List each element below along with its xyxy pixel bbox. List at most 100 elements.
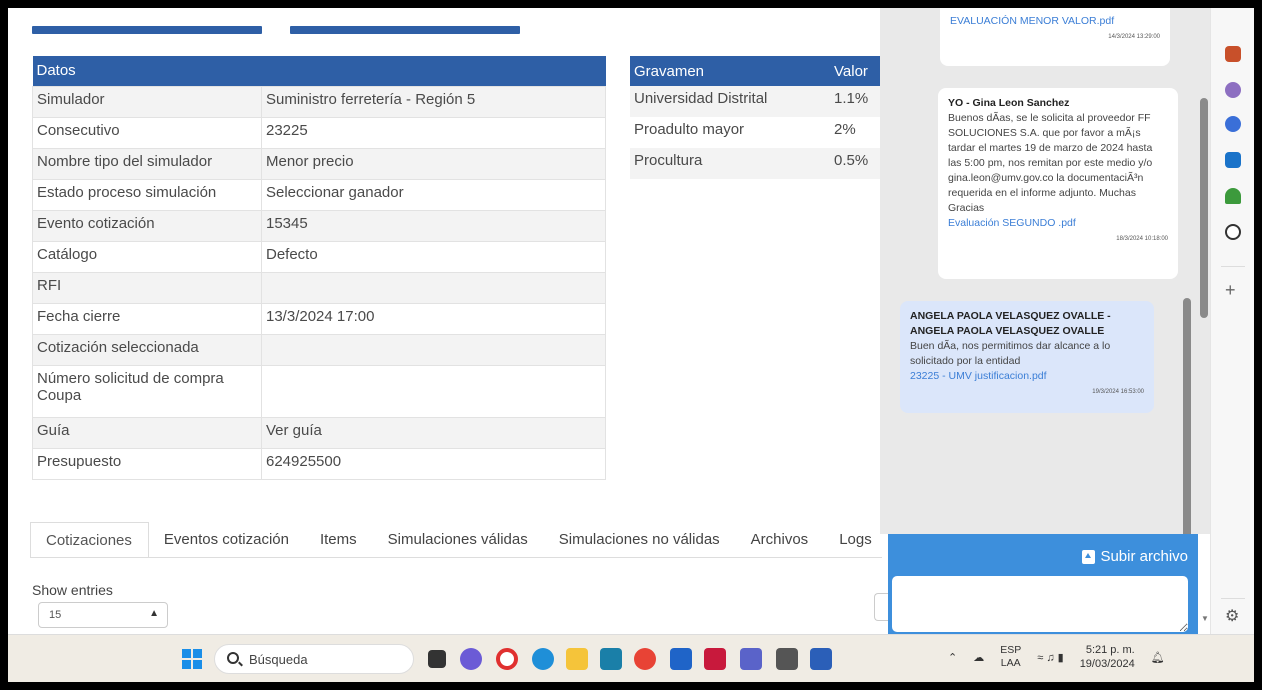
datos-row: Fecha cierre 13/3/2024 17:00: [32, 302, 606, 335]
datos-header: Datos: [32, 56, 606, 86]
taskbar-search[interactable]: Búsqueda: [214, 644, 414, 674]
attachment-link[interactable]: 23225 - UMV justificacion.pdf: [910, 369, 1144, 384]
wifi-volume-battery-icon[interactable]: ≈ ♫ ▮: [1037, 651, 1063, 664]
tab-eventos-cotizaci-n[interactable]: Eventos cotización: [149, 522, 305, 558]
datos-value: 13/3/2024 17:00: [261, 302, 606, 335]
datos-value: [261, 364, 606, 418]
gravamen-row: Proadulto mayor 2%: [630, 117, 882, 148]
datos-value: 15345: [261, 209, 606, 242]
word-icon[interactable]: [810, 648, 832, 670]
datos-label: Guía: [32, 416, 262, 449]
pagination-control[interactable]: [874, 593, 888, 621]
clock[interactable]: 5:21 p. m. 19/03/2024: [1080, 643, 1135, 671]
lang-layout: LAA: [1000, 657, 1021, 669]
header-bar-right: [290, 26, 520, 34]
datos-value: Suministro ferretería - Región 5: [261, 85, 606, 118]
people-icon[interactable]: [1225, 82, 1241, 98]
add-icon[interactable]: +: [1225, 280, 1236, 301]
gravamen-name: Universidad Distrital: [630, 86, 830, 117]
tab-logs[interactable]: Logs: [824, 522, 888, 558]
datos-row: Catálogo Defecto: [32, 240, 606, 273]
datos-label: Consecutivo: [32, 116, 262, 149]
browser-page: Datos Simulador Suministro ferretería - R…: [8, 8, 1254, 682]
tab-simulaciones-v-lidas[interactable]: Simulaciones válidas: [373, 522, 544, 558]
cloud-icon[interactable]: ☁: [973, 651, 984, 664]
teams-icon[interactable]: [740, 648, 762, 670]
message-timestamp: 19/3/2024 16:53:00: [1092, 389, 1144, 395]
gravamen-name: Procultura: [630, 148, 830, 179]
datos-value: [261, 271, 606, 304]
datos-row: Número solicitud de compra Coupa: [32, 364, 606, 418]
attachment-link[interactable]: EVALUACIÓN MENOR VALOR.pdf: [950, 14, 1160, 29]
store-icon[interactable]: [670, 648, 692, 670]
chat-panel: EVALUACIÓN MENOR VALOR.pdf 14/3/2024 13:…: [880, 8, 1210, 534]
gravamen-value: 2%: [834, 121, 856, 138]
datos-value[interactable]: Ver guía: [261, 416, 606, 449]
datos-row: Guía Ver guía: [32, 416, 606, 449]
gear-icon[interactable]: ⚙: [1225, 606, 1239, 626]
datos-value: Seleccionar ganador: [261, 178, 606, 211]
datos-value: 23225: [261, 116, 606, 149]
chat-scrollbar-outer[interactable]: [1183, 298, 1191, 538]
browser-sidebar: + ⚙: [1210, 8, 1254, 634]
tab-items[interactable]: Items: [305, 522, 373, 558]
gravamen-value: 0.5%: [830, 148, 882, 179]
message-sender: YO - Gina Leon Sanchez: [948, 97, 1070, 109]
tab-archivos[interactable]: Archivos: [736, 522, 825, 558]
edge-icon[interactable]: [532, 648, 554, 670]
gravamen-name: Proadulto mayor: [634, 121, 745, 138]
app-icon[interactable]: [600, 648, 622, 670]
task-view-icon[interactable]: [428, 650, 446, 668]
scroll-down-icon[interactable]: ▼: [1201, 614, 1209, 623]
sidebar-divider: [1221, 266, 1245, 267]
tree-icon[interactable]: [1225, 188, 1241, 204]
timer-icon[interactable]: [1225, 224, 1241, 240]
chat-app-icon[interactable]: [460, 648, 482, 670]
datos-row: Cotización seleccionada: [32, 333, 606, 366]
briefcase-icon[interactable]: [1225, 46, 1241, 62]
datos-label: Número solicitud de compra Coupa: [32, 364, 262, 418]
select-arrows-icon: ▲︎: [149, 608, 159, 619]
file-explorer-icon[interactable]: [566, 648, 588, 670]
message-timestamp: 18/3/2024 10:18:00: [1116, 236, 1168, 242]
chat-message: EVALUACIÓN MENOR VALOR.pdf 14/3/2024 13:…: [940, 8, 1170, 66]
lang-code: ESP: [1000, 644, 1022, 656]
gravamen-header: Gravamen: [630, 56, 830, 86]
datos-row: Evento cotización 15345: [32, 209, 606, 242]
chat-scrollbar-inner[interactable]: [1200, 98, 1208, 318]
gravamen-row: Procultura 0.5%: [630, 148, 882, 179]
tab-simulaciones-no-v-lidas[interactable]: Simulaciones no válidas: [544, 522, 736, 558]
entries-select[interactable]: 15 ▲︎: [38, 602, 168, 628]
tab-cotizaciones[interactable]: Cotizaciones: [30, 522, 149, 558]
datos-row: Presupuesto 624925500: [32, 447, 606, 480]
security-icon[interactable]: [704, 648, 726, 670]
language-indicator[interactable]: ESP LAA: [1000, 644, 1021, 670]
gravamen-row: Universidad Distrital 1.1%: [630, 86, 882, 117]
datos-label: Nombre tipo del simulador: [32, 147, 262, 180]
clock-date: 19/03/2024: [1079, 658, 1135, 670]
chat-message: YO - Gina Leon Sanchez Buenos dÃas, se l…: [938, 88, 1178, 279]
datos-label: Catálogo: [32, 240, 262, 273]
upload-file-button[interactable]: Subir archivo: [1082, 548, 1188, 565]
datos-label: Cotización seleccionada: [32, 333, 262, 366]
copilot-icon[interactable]: [1225, 116, 1241, 132]
gravamen-value: 1.1%: [830, 86, 882, 117]
chrome-icon[interactable]: [634, 648, 656, 670]
datos-row: Simulador Suministro ferretería - Región …: [32, 85, 606, 118]
attachment-link[interactable]: Evaluación SEGUNDO .pdf: [948, 216, 1168, 231]
datos-label: Fecha cierre: [32, 302, 262, 335]
calculator-icon[interactable]: [776, 648, 798, 670]
entries-value: 15: [49, 609, 62, 621]
bell-icon[interactable]: 🔔︎: [1151, 651, 1165, 664]
chevron-up-icon[interactable]: ⌃: [948, 651, 957, 664]
upload-icon: [1082, 549, 1096, 564]
windows-start-icon[interactable]: [182, 649, 202, 669]
valor-header: Valor: [830, 56, 882, 86]
system-tray: ⌃ ☁ ESP LAA ≈ ♫ ▮ 5:21 p. m. 19/03/2024 …: [948, 643, 1165, 671]
message-input[interactable]: [892, 576, 1188, 632]
header-bar-left: [32, 26, 262, 34]
outlook-icon[interactable]: [1225, 152, 1241, 168]
opera-icon[interactable]: [496, 648, 518, 670]
message-timestamp: 14/3/2024 13:29:00: [1108, 34, 1160, 40]
datos-label: Estado proceso simulación: [32, 178, 262, 211]
